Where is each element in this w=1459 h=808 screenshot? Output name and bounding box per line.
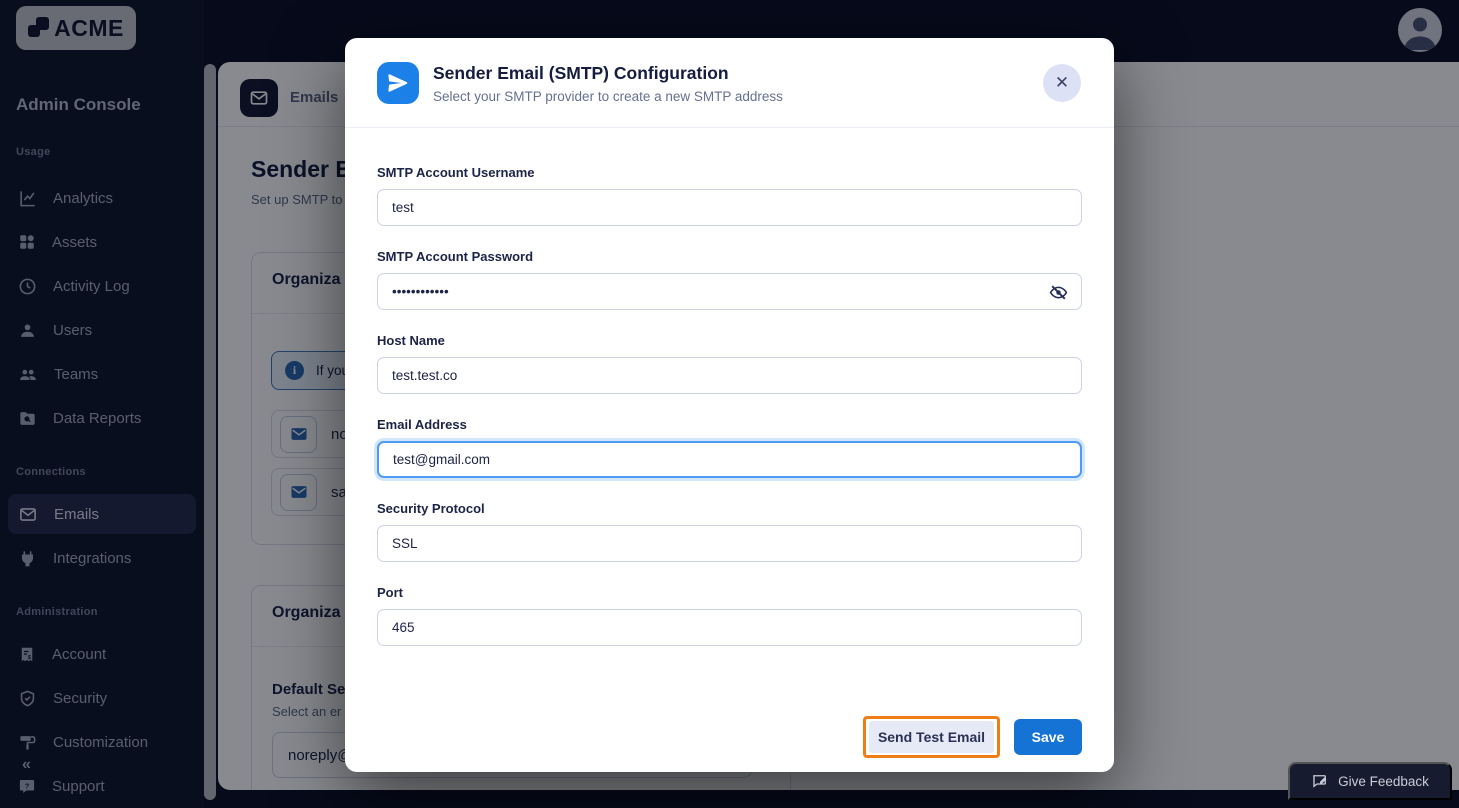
annotation-highlight-box: Send Test Email	[863, 716, 1000, 758]
toggle-password-visibility-icon[interactable]	[1049, 283, 1068, 302]
email-address-input[interactable]	[377, 441, 1082, 478]
smtp-password-input[interactable]	[377, 273, 1082, 310]
modal-title: Sender Email (SMTP) Configuration	[433, 63, 729, 84]
smtp-username-input[interactable]	[377, 189, 1082, 226]
smtp-username-label: SMTP Account Username	[377, 165, 1082, 180]
security-protocol-label: Security Protocol	[377, 501, 1082, 516]
host-name-label: Host Name	[377, 333, 1082, 348]
send-icon-box	[377, 62, 419, 104]
modal-header: Sender Email (SMTP) Configuration Select…	[345, 38, 1114, 128]
feedback-icon	[1311, 772, 1329, 790]
modal-body: SMTP Account Username SMTP Account Passw…	[345, 129, 1114, 669]
smtp-config-modal: Sender Email (SMTP) Configuration Select…	[345, 38, 1114, 772]
modal-subtitle: Select your SMTP provider to create a ne…	[433, 89, 783, 104]
send-test-email-button[interactable]: Send Test Email	[869, 721, 994, 753]
app-screen: ACME Admin Console Usage Analytics Asset…	[0, 0, 1459, 808]
save-button[interactable]: Save	[1014, 719, 1082, 755]
host-name-input[interactable]	[377, 357, 1082, 394]
email-address-label: Email Address	[377, 417, 1082, 432]
send-icon	[386, 71, 410, 95]
give-feedback-label: Give Feedback	[1338, 774, 1429, 789]
port-label: Port	[377, 585, 1082, 600]
give-feedback-button[interactable]: Give Feedback	[1288, 762, 1452, 800]
close-icon[interactable]: ✕	[1043, 64, 1081, 102]
security-protocol-input[interactable]	[377, 525, 1082, 562]
port-input[interactable]	[377, 609, 1082, 646]
smtp-password-label: SMTP Account Password	[377, 249, 1082, 264]
